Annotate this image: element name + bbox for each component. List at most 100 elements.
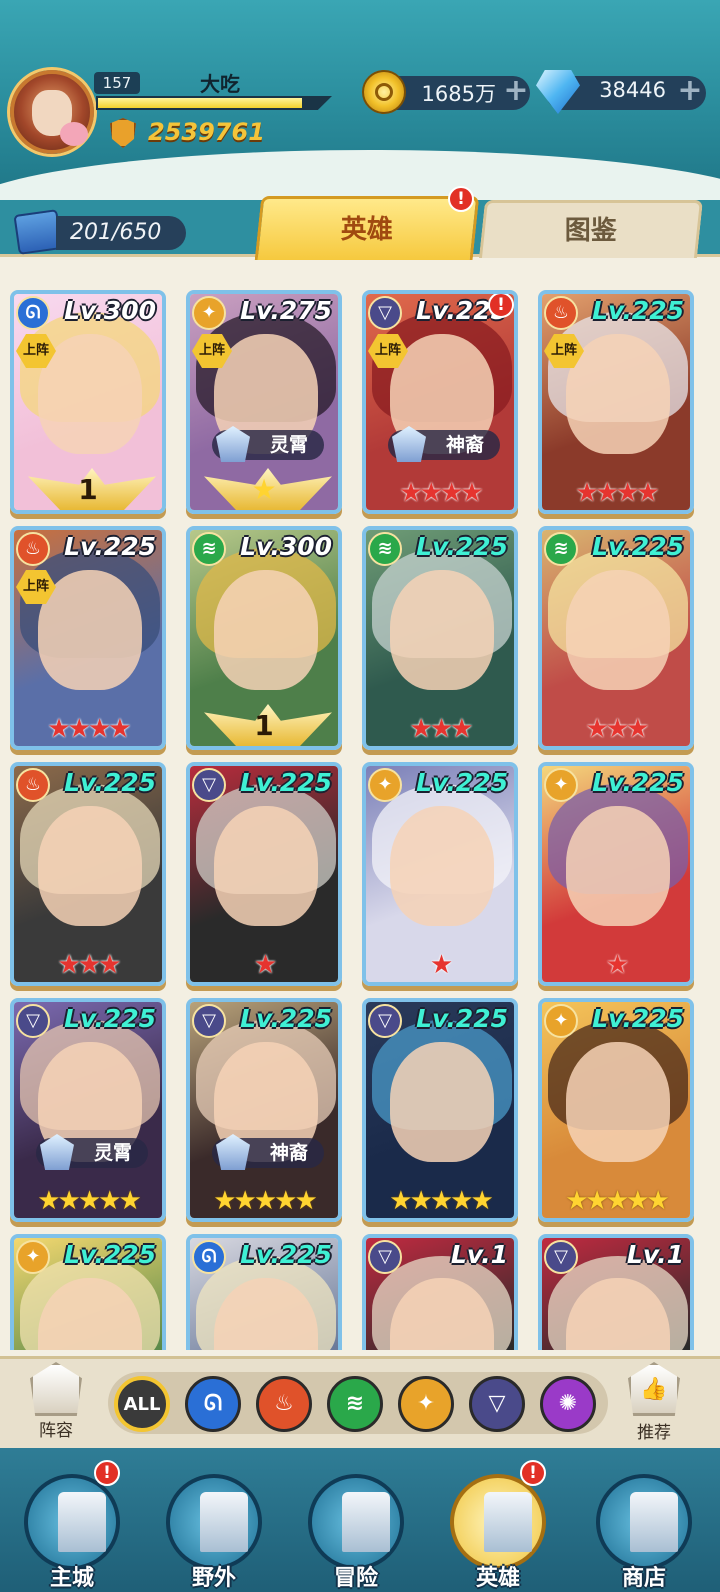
fire-element-icon: ♨ <box>16 532 50 566</box>
hero-level: Lv.300 <box>240 532 332 561</box>
filter-element-button[interactable]: ✦ <box>398 1376 454 1432</box>
wind-element-icon: ≋ <box>192 532 226 566</box>
thumbs-up-icon: 👍 <box>628 1362 680 1416</box>
hero-level: Lv.225 <box>592 1004 684 1033</box>
water-element-icon: ᘏ <box>192 1240 226 1274</box>
hero-card[interactable]: ▽ Lv.1 <box>362 1234 518 1350</box>
dark-element-icon: ▽ <box>192 1004 226 1038</box>
nav-hero-label: 英雄 <box>475 1566 520 1591</box>
recommend-button[interactable]: 👍 推荐 <box>620 1362 688 1443</box>
portal-icon <box>166 1474 262 1570</box>
filter-element-button[interactable]: ♨ <box>256 1376 312 1432</box>
star-rating: ★★★ <box>57 950 122 980</box>
nav-city[interactable]: 主城 <box>18 1474 126 1591</box>
hero-card[interactable]: ᘏ Lv.225 <box>186 1234 342 1350</box>
hero-card[interactable]: ✦ Lv.275 上阵 灵霄 ★ <box>186 290 342 514</box>
star-rating: ★ <box>253 950 277 980</box>
filter-element-button[interactable]: ▽ <box>469 1376 525 1432</box>
hero-card[interactable]: ✦ Lv.225 ★★★★★ <box>538 998 694 1222</box>
wing-rank-number: 1 <box>254 709 274 742</box>
tab-heroes-label: 英雄 <box>340 215 393 245</box>
hero-card[interactable]: ▽ Lv.225 ★★★★★ <box>362 998 518 1222</box>
light-element-icon: ✦ <box>192 296 226 330</box>
hero-card[interactable]: ▽ Lv.225 灵霄 ★★★★★ <box>10 998 166 1222</box>
nav-hero-alert-badge: ! <box>520 1460 546 1486</box>
nav-wild-label: 野外 <box>191 1566 236 1591</box>
star-rating: ★★★★★ <box>565 1186 670 1216</box>
filter-element-button[interactable]: ≋ <box>327 1376 383 1432</box>
dark-element-icon: ▽ <box>368 1004 402 1038</box>
faction-label: 灵霄 <box>36 1134 148 1170</box>
wing-rank-number: ★ <box>251 473 277 506</box>
hero-card[interactable]: ᘏ Lv.300 上阵 1 <box>10 290 166 514</box>
player-name: 大吃 <box>200 72 240 96</box>
add-gem-button[interactable]: + <box>676 76 704 106</box>
star-rating: ★ <box>429 950 453 980</box>
dark-element-icon: ▽ <box>368 296 402 330</box>
tab-codex[interactable]: 图鉴 <box>478 200 704 258</box>
team-label: 阵容 <box>39 1421 73 1441</box>
gem-value: 38446 <box>599 78 666 102</box>
castle-icon <box>24 1474 120 1570</box>
fire-element-icon: ♨ <box>544 296 578 330</box>
nav-city-label: 主城 <box>49 1566 94 1591</box>
filter-element-button[interactable]: ✺ <box>540 1376 596 1432</box>
hero-level: Lv.225 <box>416 532 508 561</box>
fire-element-icon: ♨ <box>16 768 50 802</box>
filter-element-button[interactable]: ᘏ <box>185 1376 241 1432</box>
nav-hero[interactable]: 英雄 <box>444 1474 552 1591</box>
hero-level: Lv.300 <box>64 296 156 325</box>
dark-element-icon: ▽ <box>16 1004 50 1038</box>
exp-bar-fill <box>98 98 302 108</box>
hero-count: 201/650 <box>56 216 186 250</box>
hero-level: Lv.225 <box>64 532 156 561</box>
hero-card[interactable]: ♨ Lv.225 上阵 ★★★★ <box>538 290 694 514</box>
hero-card[interactable]: ✦ Lv.225 ★ <box>538 762 694 986</box>
hero-level: Lv.225 <box>64 768 156 797</box>
hero-level: Lv.275 <box>240 296 332 325</box>
hero-card[interactable]: ▽ Lv.225 神裔 ★★★★★ <box>186 998 342 1222</box>
hero-card[interactable]: ♨ Lv.225 上阵 ★★★★ <box>10 526 166 750</box>
nav-shop[interactable]: 商店 <box>590 1474 698 1591</box>
recommend-label: 推荐 <box>637 1423 671 1443</box>
hero-card[interactable]: ✦ Lv.225 ★ <box>362 762 518 986</box>
wind-element-icon: ≋ <box>544 532 578 566</box>
hero-card[interactable]: ≋ Lv.225 ★★★ <box>362 526 518 750</box>
dark-element-icon: ▽ <box>544 1240 578 1274</box>
hero-card[interactable]: ▽ Lv.1 <box>538 1234 694 1350</box>
add-gold-button[interactable]: + <box>502 76 530 106</box>
hero-level: Lv.225 <box>64 1004 156 1033</box>
faction-label: 灵霄 <box>212 426 324 462</box>
star-rating: ★ <box>605 950 629 980</box>
filter-all-button[interactable]: ALL <box>114 1376 170 1432</box>
star-rating: ★★★★ <box>399 478 483 508</box>
sword-icon <box>308 1474 404 1570</box>
exp-bar <box>96 96 332 110</box>
faction-label: 神裔 <box>212 1134 324 1170</box>
wind-element-icon: ≋ <box>368 532 402 566</box>
team-button[interactable]: 阵容 <box>22 1362 90 1441</box>
hero-level: Lv.1 <box>626 1240 684 1269</box>
player-avatar[interactable] <box>10 70 94 154</box>
hero-card[interactable]: ≋ Lv.300 1 <box>186 526 342 750</box>
hero-card[interactable]: ▽ Lv.225 ★ <box>186 762 342 986</box>
hero-grid: ᘏ Lv.300 上阵 1 ✦ Lv.275 上阵 灵霄 ★ ▽ Lv.225 上阵 神裔 ★★★★! ♨ L… <box>10 290 710 1350</box>
hero-card[interactable]: ♨ Lv.225 ★★★ <box>10 762 166 986</box>
hero-card[interactable]: ✦ Lv.225 <box>10 1234 166 1350</box>
water-element-icon: ᘏ <box>16 296 50 330</box>
hero-card[interactable]: ≋ Lv.225 ★★★ <box>538 526 694 750</box>
dark-element-icon: ▽ <box>368 1240 402 1274</box>
hero-card[interactable]: ▽ Lv.225 上阵 神裔 ★★★★! <box>362 290 518 514</box>
nav-adventure[interactable]: 冒险 <box>302 1474 410 1591</box>
nav-wild[interactable]: 野外 <box>160 1474 268 1591</box>
star-rating: ★★★★ <box>575 478 659 508</box>
tab-codex-label: 图鉴 <box>564 216 617 246</box>
hero-level: Lv.1 <box>450 1240 508 1269</box>
nav-shop-label: 商店 <box>621 1566 666 1591</box>
hero-alert-badge: ! <box>488 294 514 318</box>
light-element-icon: ✦ <box>544 768 578 802</box>
dark-element-icon: ▽ <box>192 768 226 802</box>
star-rating: ★★★★★ <box>389 1186 494 1216</box>
hero-level: Lv.225 <box>592 532 684 561</box>
tab-heroes[interactable]: 英雄 <box>254 196 480 260</box>
